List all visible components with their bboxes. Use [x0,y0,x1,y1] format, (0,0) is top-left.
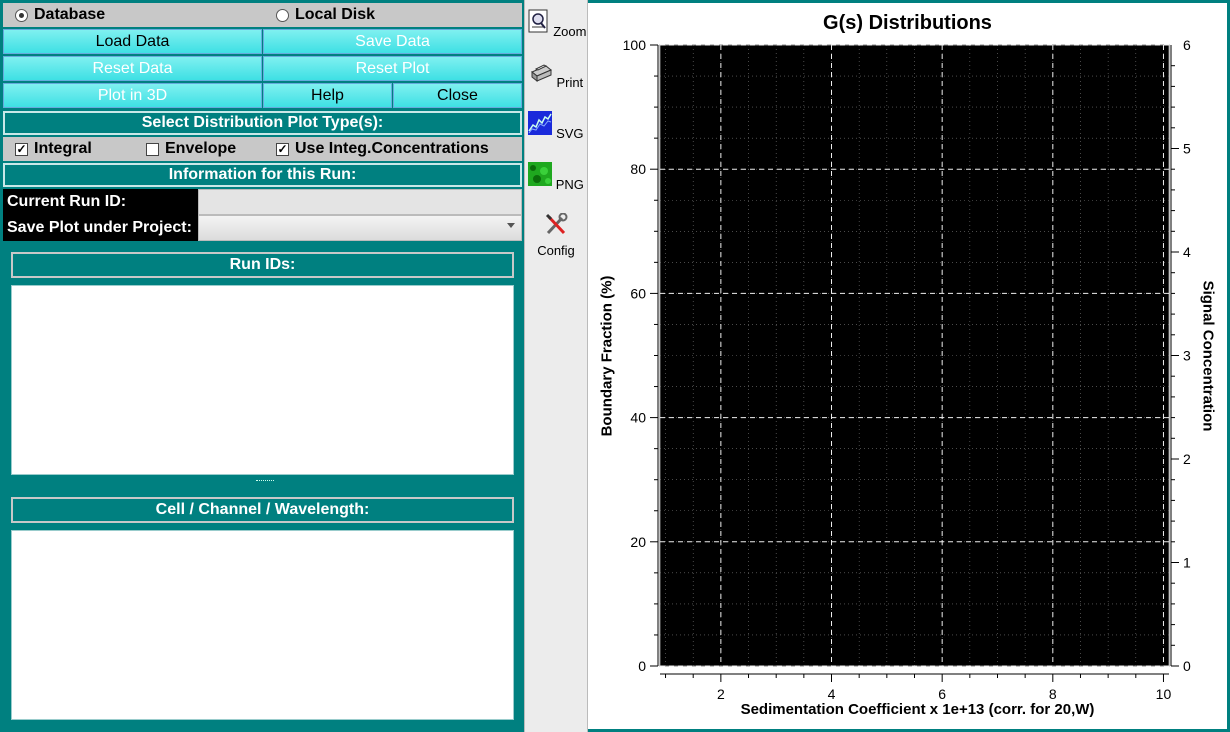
zoom-icon[interactable] [526,9,550,33]
envelope-check-box[interactable] [146,142,159,156]
y-tick-label: 40 [630,410,646,426]
use-integ-concentrations-checkbox[interactable]: ✓ Use Integ.Concentrations [276,140,489,158]
help-button[interactable]: Help [263,83,392,108]
x-tick-label: 4 [828,686,836,702]
save-data-button[interactable]: Save Data [263,29,522,54]
y2-tick-label: 6 [1183,37,1191,53]
zoom-label: Zoom [553,24,587,39]
y2-tick-label: 4 [1183,244,1191,260]
chart-canvas[interactable]: 0 20 40 60 80 100 0 1 2 3 4 5 6 2 4 6 8 10 [588,3,1227,729]
save-project-label: Save Plot under Project: [3,215,198,241]
svg-icon[interactable] [528,111,553,135]
current-run-field [198,189,522,215]
y-tick-label: 60 [630,285,646,301]
print-label: Print [556,75,584,90]
zoom-tool[interactable]: Zoom [525,9,587,39]
plot-type-header: Select Distribution Plot Type(s): [3,111,522,135]
x-tick-label: 6 [938,686,946,702]
x-tick-label: 8 [1049,686,1057,702]
run-info-header: Information for this Run: [3,163,522,187]
load-data-button[interactable]: Load Data [3,29,262,54]
config-tool[interactable]: Config [525,212,587,258]
cells-list[interactable] [11,530,514,720]
reset-data-button[interactable]: Reset Data [3,56,262,81]
y2-tick-label: 0 [1183,658,1191,674]
envelope-label: Envelope [165,140,237,157]
y-tick-label: 20 [630,534,646,550]
data-source-selector: Database Local Disk [3,3,522,27]
config-label: Config [537,243,575,258]
print-icon[interactable] [529,60,553,84]
y2-tick-label: 1 [1183,555,1191,571]
plot-3d-button[interactable]: Plot in 3D [3,83,262,108]
print-tool[interactable]: Print [525,60,587,90]
reset-plot-button[interactable]: Reset Plot [263,56,522,81]
png-icon[interactable] [528,162,553,186]
use-integ-label: Use Integ.Concentrations [295,140,489,157]
y-tick-label: 80 [630,161,646,177]
current-run-label: Current Run ID: [3,189,198,215]
integral-checkbox[interactable]: ✓ Integral [15,140,92,158]
y-tick-label: 0 [638,658,646,674]
close-button[interactable]: Close [393,83,522,108]
plot-type-options: ✓ Integral Envelope ✓ Use Integ.Concentr… [3,137,522,161]
y2-tick-label: 3 [1183,348,1191,364]
cells-title: Cell / Channel / Wavelength: [11,497,514,523]
chevron-down-icon[interactable] [507,223,515,228]
y2-tick-label: 5 [1183,141,1191,157]
svg-tool[interactable]: SVG [525,111,587,141]
splitter-handle[interactable] [256,480,274,486]
local-disk-radio-dot[interactable] [276,8,289,22]
project-combobox[interactable] [198,215,522,241]
local-disk-radio-label: Local Disk [295,6,376,23]
config-icon[interactable] [544,212,568,237]
png-tool[interactable]: PNG [525,162,587,192]
run-ids-title: Run IDs: [11,252,514,278]
integral-label: Integral [34,140,92,157]
local-disk-radio[interactable]: Local Disk [276,6,375,24]
database-radio[interactable]: Database [15,6,105,24]
y2-tick-label: 2 [1183,451,1191,467]
database-radio-label: Database [34,6,106,23]
x-tick-label: 10 [1156,686,1172,702]
use-integ-check-box[interactable]: ✓ [276,142,289,156]
plot-toolbar: Zoom Print SVG PNG Config [524,0,588,732]
run-ids-list[interactable] [11,285,514,475]
database-radio-dot[interactable] [15,8,28,22]
y-tick-label: 100 [623,37,647,53]
integral-check-box[interactable]: ✓ [15,142,28,156]
png-label: PNG [555,177,584,192]
svg-label: SVG [556,126,584,141]
x-tick-label: 2 [717,686,725,702]
envelope-checkbox[interactable]: Envelope [146,140,236,158]
